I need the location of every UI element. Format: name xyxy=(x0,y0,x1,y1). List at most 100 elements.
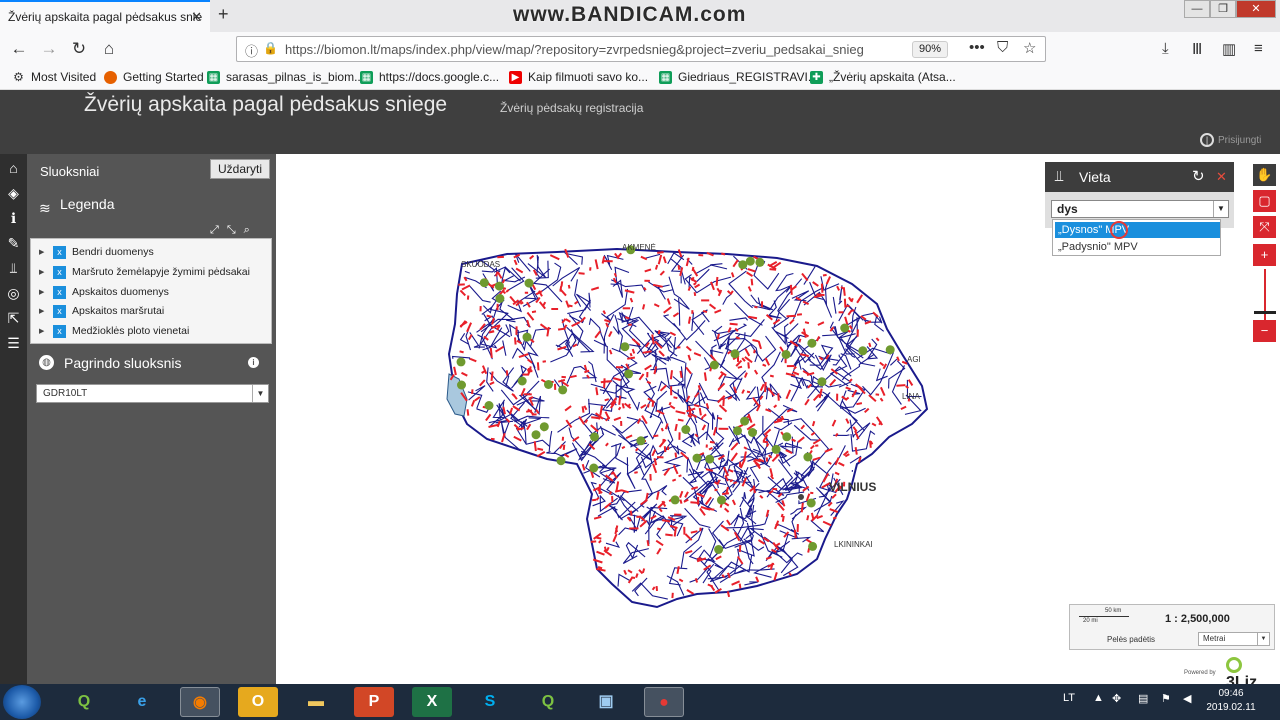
count-point[interactable] xyxy=(524,278,534,288)
count-point[interactable] xyxy=(885,345,895,355)
expand-arrow-icon[interactable]: ▶ xyxy=(39,307,53,315)
internet-explorer-icon[interactable]: e xyxy=(122,687,162,717)
layer-item[interactable]: ▶ x Maršruto žemėlapyje žymimi pėdsakai xyxy=(39,263,250,281)
sidebar-icon[interactable]: ▥ xyxy=(1222,40,1236,58)
close-icon[interactable]: ✕ xyxy=(1216,162,1227,192)
login-link[interactable]: | Prisijungti xyxy=(1200,133,1261,147)
count-point[interactable] xyxy=(717,495,726,505)
lock-icon[interactable]: 🔒 xyxy=(263,41,278,55)
volume-icon[interactable]: ◀ xyxy=(1183,692,1191,705)
count-point[interactable] xyxy=(494,281,504,291)
expand-arrow-icon[interactable]: ▶ xyxy=(39,248,53,256)
browser-tab[interactable]: Žvėrių apskaita pagal pėdsakus snie ✕ xyxy=(0,0,210,32)
count-point[interactable] xyxy=(544,380,553,389)
bookmark-star-icon[interactable]: ☆ xyxy=(1023,39,1036,57)
new-tab-icon[interactable]: + xyxy=(218,4,229,25)
qgis-icon[interactable]: Q xyxy=(64,687,104,717)
count-point[interactable] xyxy=(539,422,549,432)
expand-arrow-icon[interactable]: ▶ xyxy=(39,288,53,296)
zoom-slider-handle[interactable] xyxy=(1254,311,1276,314)
edit-icon[interactable]: ✎ xyxy=(4,234,23,253)
bookmark-giedriaus[interactable]: ▦ Giedriaus_REGISTRAVI... xyxy=(659,70,818,84)
count-point[interactable] xyxy=(808,541,818,551)
count-point[interactable] xyxy=(670,495,680,505)
count-point[interactable] xyxy=(590,432,599,442)
refresh-icon[interactable]: ↻ xyxy=(1192,162,1205,192)
count-point[interactable] xyxy=(479,278,489,288)
excel-icon[interactable]: X xyxy=(412,687,452,717)
reload-icon[interactable]: ↻ xyxy=(66,37,92,61)
layer-checkbox[interactable]: x xyxy=(53,304,66,318)
powerpoint-icon[interactable]: P xyxy=(354,687,394,717)
count-point[interactable] xyxy=(714,545,724,554)
bookmark-youtube[interactable]: ▶ Kaip filmuoti savo ko... xyxy=(509,70,648,84)
count-point[interactable] xyxy=(782,432,792,442)
layer-checkbox[interactable]: x xyxy=(53,324,66,338)
layer-checkbox[interactable]: x xyxy=(53,245,66,259)
bookmark-most-visited[interactable]: ⚙ Most Visited xyxy=(12,70,96,84)
count-point[interactable] xyxy=(755,257,765,267)
bandicam-record-icon[interactable]: ● xyxy=(644,687,684,717)
count-point[interactable] xyxy=(636,436,646,446)
close-tab-icon[interactable]: ✕ xyxy=(191,9,202,25)
pocket-icon[interactable]: ⛉ xyxy=(997,39,1008,56)
network-icon[interactable]: ▤ xyxy=(1138,692,1148,705)
minimize-icon[interactable]: — xyxy=(1184,0,1210,18)
layer-item[interactable]: ▶ x Apskaitos duomenys xyxy=(39,283,169,301)
layer-item[interactable]: ▶ x Apskaitos maršrutai xyxy=(39,302,164,320)
collapse-icon[interactable]: ⤡ xyxy=(227,224,236,237)
downloads-icon[interactable]: ⤓ xyxy=(1162,40,1169,57)
bookmark-zveriu[interactable]: ✚ „Žvėrių apskaita (Atsa... xyxy=(810,70,956,84)
count-point[interactable] xyxy=(495,294,505,303)
dropdown-option[interactable]: „Padysnio" MPV xyxy=(1055,239,1220,255)
count-point[interactable] xyxy=(807,338,817,348)
count-point[interactable] xyxy=(456,357,466,367)
count-point[interactable] xyxy=(556,456,566,466)
expand-icon[interactable]: ⤢ xyxy=(210,224,219,237)
count-point[interactable] xyxy=(558,385,568,395)
count-point[interactable] xyxy=(624,369,634,379)
chevron-down-icon[interactable]: ▼ xyxy=(1213,201,1228,217)
info-icon[interactable]: ℹ xyxy=(4,209,23,228)
home-icon[interactable]: ⌂ xyxy=(96,37,122,61)
bookmark-sarasas[interactable]: ▦ sarasas_pilnas_is_biom... xyxy=(207,70,364,84)
url-bar[interactable]: ⓘ 🔒 https://biomon.lt/maps/index.php/vie… xyxy=(236,36,1046,62)
count-point[interactable] xyxy=(457,380,466,390)
firefox-icon[interactable]: ◉ xyxy=(180,687,220,717)
language-indicator[interactable]: LT xyxy=(1063,692,1075,704)
layer-checkbox[interactable]: x xyxy=(53,265,66,279)
count-point[interactable] xyxy=(705,454,715,464)
count-point[interactable] xyxy=(840,323,850,333)
bookmark-getting-started[interactable]: Getting Started xyxy=(104,70,204,84)
count-point[interactable] xyxy=(517,376,527,386)
close-panel-button[interactable]: Uždaryti xyxy=(210,159,270,179)
close-window-icon[interactable]: ✕ xyxy=(1236,0,1276,18)
count-point[interactable] xyxy=(522,332,532,342)
count-point[interactable] xyxy=(681,425,691,434)
locate-search-input[interactable]: dys ▼ xyxy=(1051,200,1229,218)
library-icon[interactable]: Ⅲ xyxy=(1192,40,1202,58)
outlook-icon[interactable]: O xyxy=(238,687,278,717)
locate-icon[interactable]: ⫫ xyxy=(4,259,23,278)
zoom-layer-icon[interactable]: ⌕ xyxy=(244,224,250,237)
file-explorer-icon[interactable]: ▬ xyxy=(296,687,336,717)
bookmark-docs[interactable]: ▦ https://docs.google.c... xyxy=(360,70,499,84)
count-point[interactable] xyxy=(709,360,719,370)
pan-hand-icon[interactable]: ✋ xyxy=(1253,164,1276,186)
system-clock[interactable]: 09:46 2019.02.11 xyxy=(1206,687,1256,715)
count-point[interactable] xyxy=(730,349,740,359)
count-point[interactable] xyxy=(692,453,702,463)
count-point[interactable] xyxy=(738,260,748,270)
count-point[interactable] xyxy=(748,428,757,437)
list-icon[interactable]: ☰ xyxy=(4,334,23,353)
count-point[interactable] xyxy=(740,416,750,426)
count-point[interactable] xyxy=(817,377,827,387)
count-point[interactable] xyxy=(589,463,599,473)
layer-item[interactable]: ▶ x Medžioklės ploto vienetai xyxy=(39,322,189,340)
url-text[interactable]: https://biomon.lt/maps/index.php/view/ma… xyxy=(285,42,875,57)
count-point[interactable] xyxy=(771,444,781,454)
info-icon[interactable]: ⓘ xyxy=(245,41,258,60)
start-button[interactable] xyxy=(3,685,41,719)
tray-expand-icon[interactable]: ▲ xyxy=(1093,692,1104,704)
base-layer-select[interactable]: GDR10LT ▼ xyxy=(36,384,269,403)
